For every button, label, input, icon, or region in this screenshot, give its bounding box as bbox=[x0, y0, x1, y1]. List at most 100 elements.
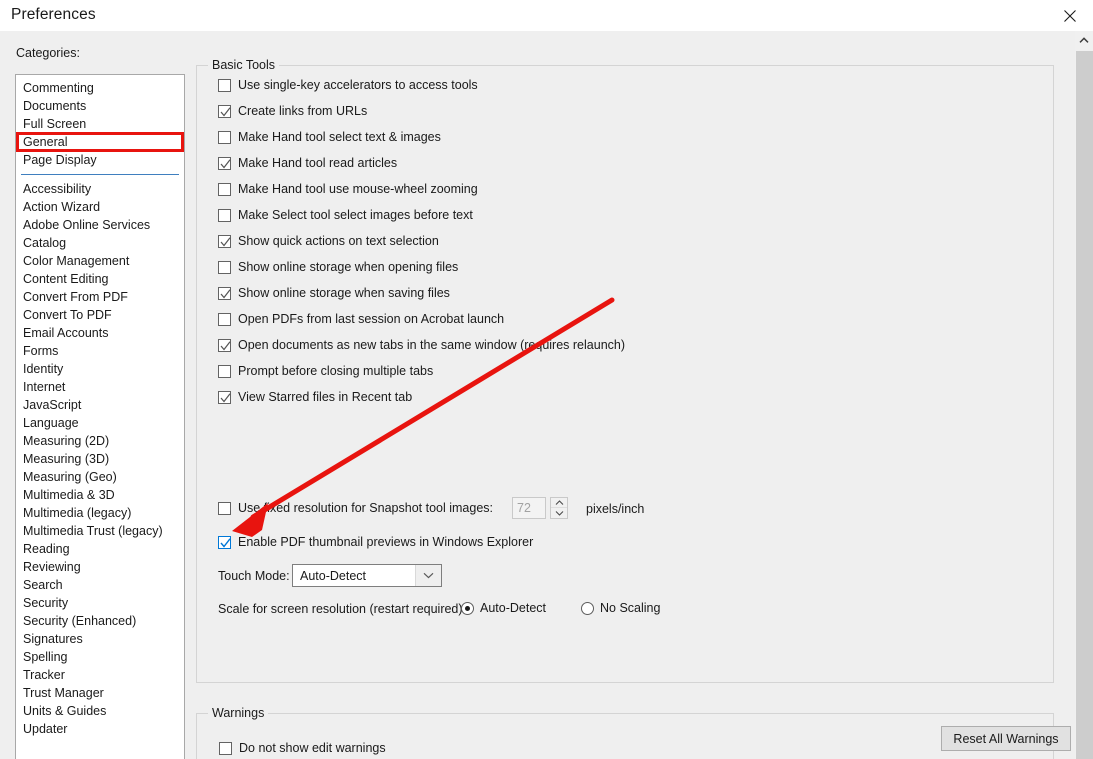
close-button[interactable] bbox=[1047, 0, 1093, 31]
checkbox-hand-tool-select-text-images[interactable]: Make Hand tool select text & images bbox=[218, 130, 441, 144]
checkbox-select-tool-images-before-text[interactable]: Make Select tool select images before te… bbox=[218, 208, 473, 222]
sidebar-item-measuring-3d[interactable]: Measuring (3D) bbox=[16, 450, 184, 468]
sidebar-item-email-accounts[interactable]: Email Accounts bbox=[16, 324, 184, 342]
radio-no-scaling[interactable]: No Scaling bbox=[581, 601, 660, 615]
checkbox-box[interactable] bbox=[218, 130, 231, 144]
radio-label: Auto-Detect bbox=[480, 601, 547, 615]
sidebar-item-security[interactable]: Security bbox=[16, 594, 184, 612]
sidebar-item-internet[interactable]: Internet bbox=[16, 378, 184, 396]
radio-button[interactable] bbox=[581, 601, 594, 615]
checkbox-create-links-from-urls[interactable]: Create links from URLs bbox=[218, 104, 367, 118]
checkbox-label: View Starred files in Recent tab bbox=[238, 390, 413, 404]
categories-list[interactable]: Commenting Documents Full Screen General… bbox=[15, 74, 185, 759]
touch-mode-dropdown[interactable]: Auto-Detect bbox=[292, 564, 442, 587]
sidebar-item-reading[interactable]: Reading bbox=[16, 540, 184, 558]
sidebar-item-reviewing[interactable]: Reviewing bbox=[16, 558, 184, 576]
sidebar-item-tracker[interactable]: Tracker bbox=[16, 666, 184, 684]
snapshot-units-label: pixels/inch bbox=[586, 502, 645, 516]
sidebar-item-multimedia-legacy[interactable]: Multimedia (legacy) bbox=[16, 504, 184, 522]
checkbox-fixed-resolution-snapshot[interactable]: Use fixed resolution for Snapshot tool i… bbox=[218, 501, 493, 515]
sidebar-item-general[interactable]: General bbox=[16, 133, 184, 151]
sidebar-item-units-guides[interactable]: Units & Guides bbox=[16, 702, 184, 720]
reset-all-warnings-button[interactable]: Reset All Warnings bbox=[941, 726, 1071, 751]
stepper-up-button[interactable] bbox=[551, 498, 567, 508]
sidebar-item-identity[interactable]: Identity bbox=[16, 360, 184, 378]
sidebar-item-full-screen[interactable]: Full Screen bbox=[16, 115, 184, 133]
checkbox-enable-pdf-thumbnail-previews[interactable]: Enable PDF thumbnail previews in Windows… bbox=[218, 535, 533, 549]
checkbox-box[interactable] bbox=[218, 501, 231, 515]
sidebar-item-trust-manager[interactable]: Trust Manager bbox=[16, 684, 184, 702]
checkbox-box[interactable] bbox=[219, 741, 232, 755]
checkbox-quick-actions-text-selection[interactable]: Show quick actions on text selection bbox=[218, 234, 439, 248]
sidebar-item-multimedia-3d[interactable]: Multimedia & 3D bbox=[16, 486, 184, 504]
checkbox-box[interactable] bbox=[218, 390, 231, 404]
sidebar-item-accessibility[interactable]: Accessibility bbox=[16, 180, 184, 198]
scale-resolution-label: Scale for screen resolution (restart req… bbox=[218, 602, 467, 616]
sidebar-item-spelling[interactable]: Spelling bbox=[16, 648, 184, 666]
sidebar-item-action-wizard[interactable]: Action Wizard bbox=[16, 198, 184, 216]
sidebar-item-search[interactable]: Search bbox=[16, 576, 184, 594]
sidebar-item-catalog[interactable]: Catalog bbox=[16, 234, 184, 252]
sidebar-item-forms[interactable]: Forms bbox=[16, 342, 184, 360]
warnings-title: Warnings bbox=[208, 706, 269, 720]
sidebar-item-measuring-geo[interactable]: Measuring (Geo) bbox=[16, 468, 184, 486]
check-icon bbox=[220, 340, 231, 350]
sidebar-item-page-display[interactable]: Page Display bbox=[16, 151, 184, 169]
sidebar-item-measuring-2d[interactable]: Measuring (2D) bbox=[16, 432, 184, 450]
checkbox-box[interactable] bbox=[218, 156, 231, 170]
checkbox-box[interactable] bbox=[218, 312, 231, 326]
stepper-down-button[interactable] bbox=[551, 508, 567, 518]
sidebar-item-documents[interactable]: Documents bbox=[16, 97, 184, 115]
checkbox-single-key-accelerators[interactable]: Use single-key accelerators to access to… bbox=[218, 78, 478, 92]
chevron-up-icon bbox=[555, 499, 563, 505]
sidebar-item-updater[interactable]: Updater bbox=[16, 720, 184, 738]
checkbox-open-pdfs-last-session[interactable]: Open PDFs from last session on Acrobat l… bbox=[218, 312, 504, 326]
sidebar-item-multimedia-trust-legacy[interactable]: Multimedia Trust (legacy) bbox=[16, 522, 184, 540]
checkbox-box[interactable] bbox=[218, 182, 231, 196]
sidebar-item-content-editing[interactable]: Content Editing bbox=[16, 270, 184, 288]
checkbox-box[interactable] bbox=[218, 260, 231, 274]
sidebar-item-adobe-online-services[interactable]: Adobe Online Services bbox=[16, 216, 184, 234]
radio-button[interactable] bbox=[461, 601, 474, 615]
checkbox-prompt-before-closing-tabs[interactable]: Prompt before closing multiple tabs bbox=[218, 364, 433, 378]
preferences-dialog: Preferences Categories: Commenting Docum… bbox=[0, 0, 1093, 759]
checkbox-online-storage-opening[interactable]: Show online storage when opening files bbox=[218, 260, 458, 274]
checkbox-box[interactable] bbox=[218, 78, 231, 92]
sidebar-item-convert-to-pdf[interactable]: Convert To PDF bbox=[16, 306, 184, 324]
sidebar-item-security-enhanced[interactable]: Security (Enhanced) bbox=[16, 612, 184, 630]
scrollbar-thumb[interactable] bbox=[1076, 51, 1093, 759]
sidebar-item-color-management[interactable]: Color Management bbox=[16, 252, 184, 270]
checkbox-do-not-show-edit-warnings[interactable]: Do not show edit warnings bbox=[219, 741, 386, 755]
vertical-scrollbar[interactable] bbox=[1075, 31, 1093, 759]
sidebar-item-language[interactable]: Language bbox=[16, 414, 184, 432]
checkbox-label: Do not show edit warnings bbox=[239, 741, 386, 755]
sidebar-item-javascript[interactable]: JavaScript bbox=[16, 396, 184, 414]
snapshot-resolution-input[interactable] bbox=[512, 497, 546, 519]
chevron-down-icon[interactable] bbox=[415, 565, 441, 586]
checkbox-box[interactable] bbox=[218, 535, 231, 549]
sidebar-item-signatures[interactable]: Signatures bbox=[16, 630, 184, 648]
checkbox-label: Make Hand tool read articles bbox=[238, 156, 398, 170]
checkbox-online-storage-saving[interactable]: Show online storage when saving files bbox=[218, 286, 450, 300]
check-icon bbox=[220, 288, 231, 298]
checkbox-label: Prompt before closing multiple tabs bbox=[238, 364, 434, 378]
checkbox-box[interactable] bbox=[218, 364, 231, 378]
checkbox-view-starred-files[interactable]: View Starred files in Recent tab bbox=[218, 390, 412, 404]
scroll-up-button[interactable] bbox=[1075, 31, 1093, 49]
checkbox-box[interactable] bbox=[218, 338, 231, 352]
checkbox-box[interactable] bbox=[218, 286, 231, 300]
page-title: Preferences bbox=[11, 6, 96, 23]
checkbox-open-documents-new-tabs[interactable]: Open documents as new tabs in the same w… bbox=[218, 338, 625, 352]
radio-auto-detect[interactable]: Auto-Detect bbox=[461, 601, 546, 615]
stepper-buttons[interactable] bbox=[550, 497, 568, 519]
snapshot-resolution-stepper[interactable] bbox=[512, 497, 568, 519]
checkbox-label: Use fixed resolution for Snapshot tool i… bbox=[238, 501, 493, 515]
touch-mode-label: Touch Mode: bbox=[218, 569, 290, 583]
checkbox-box[interactable] bbox=[218, 104, 231, 118]
checkbox-box[interactable] bbox=[218, 234, 231, 248]
sidebar-item-convert-from-pdf[interactable]: Convert From PDF bbox=[16, 288, 184, 306]
sidebar-item-commenting[interactable]: Commenting bbox=[16, 79, 184, 97]
checkbox-box[interactable] bbox=[218, 208, 231, 222]
checkbox-hand-tool-mouse-wheel-zooming[interactable]: Make Hand tool use mouse-wheel zooming bbox=[218, 182, 478, 196]
checkbox-hand-tool-read-articles[interactable]: Make Hand tool read articles bbox=[218, 156, 397, 170]
